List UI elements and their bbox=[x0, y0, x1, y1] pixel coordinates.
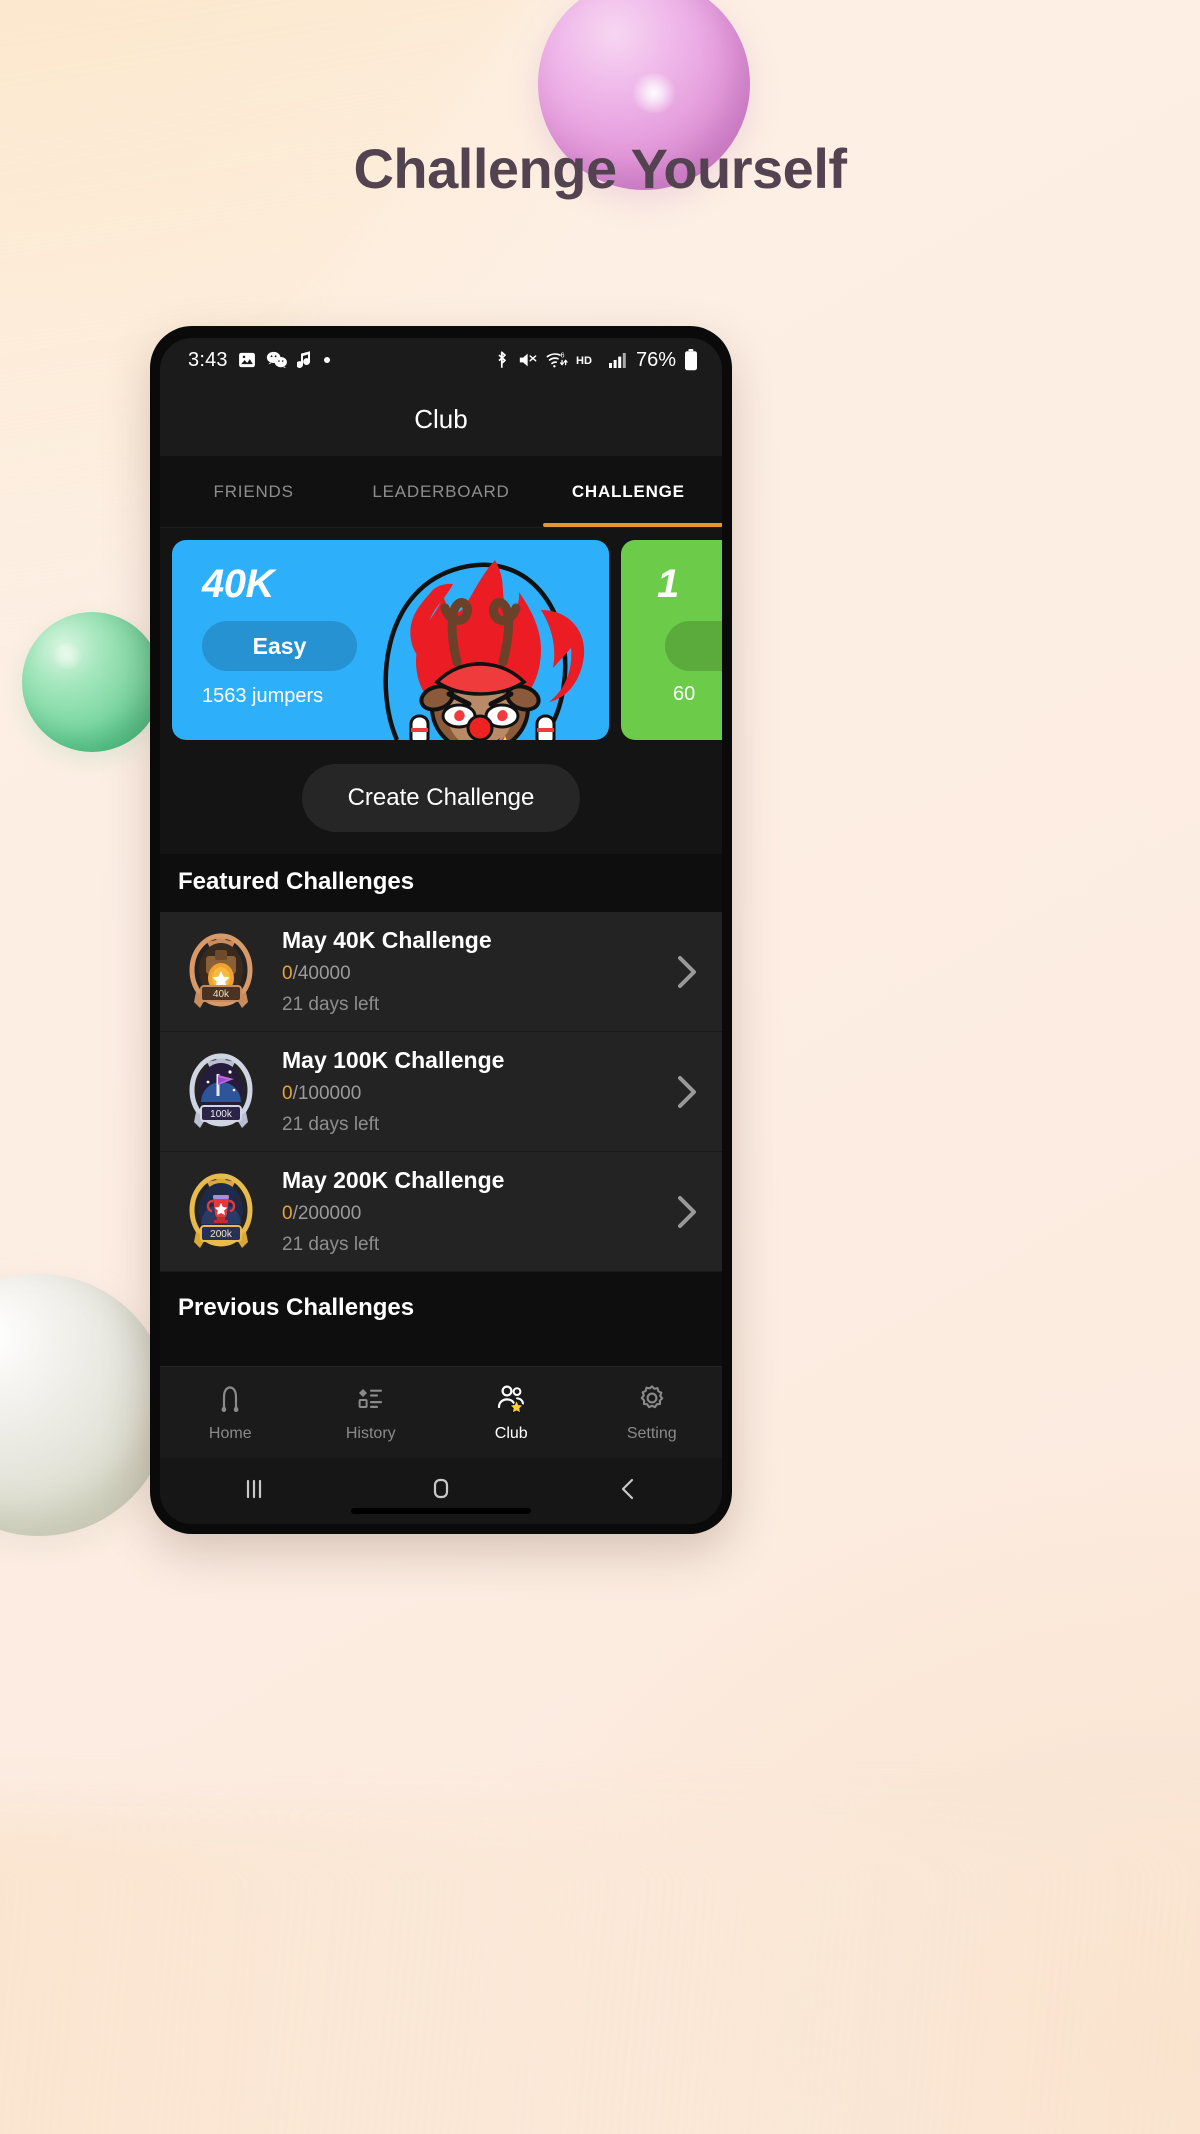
progress-target: 40000 bbox=[297, 963, 351, 984]
image-icon bbox=[237, 350, 257, 370]
challenge-days-left: 21 days left bbox=[282, 994, 380, 1015]
wifi6-icon: 6 bbox=[546, 351, 568, 369]
bottom-navigation-bar: Home History Club Setting bbox=[160, 1366, 722, 1458]
challenge-card-content: 1 60 bbox=[621, 540, 722, 706]
badge-label: 40k bbox=[213, 989, 230, 1000]
svg-text:HD: HD bbox=[576, 355, 592, 367]
challenge-progress: 0/100000 bbox=[282, 1083, 670, 1105]
featured-challenges-heading: Featured Challenges bbox=[160, 854, 722, 912]
status-bar-left: 3:43 bbox=[188, 349, 332, 372]
bluetooth-icon bbox=[494, 350, 510, 370]
previous-challenges-heading: Previous Challenges bbox=[160, 1272, 722, 1338]
nav-item-home[interactable]: Home bbox=[160, 1382, 301, 1443]
table-row[interactable]: 100k May 100K Challenge 0/100000 21 days… bbox=[160, 1032, 722, 1152]
gear-icon bbox=[636, 1382, 668, 1419]
chevron-right-icon[interactable] bbox=[670, 1195, 704, 1229]
challenge-card-goal: 1 bbox=[657, 562, 679, 606]
battery-icon bbox=[684, 349, 698, 371]
badge-200k: 200k bbox=[182, 1170, 260, 1254]
phone-screen: 3:43 6 HD 76% Club FRIENDS LEADERBOARD C… bbox=[160, 338, 722, 1524]
dot-icon bbox=[322, 355, 332, 365]
background-streak-bottom bbox=[0, 1814, 1200, 2134]
music-note-icon bbox=[296, 350, 313, 370]
gesture-handle[interactable] bbox=[351, 1508, 531, 1514]
challenge-title: May 200K Challenge bbox=[282, 1167, 505, 1193]
android-system-nav bbox=[160, 1458, 722, 1524]
create-challenge-button[interactable]: Create Challenge bbox=[301, 764, 581, 832]
people-star-icon bbox=[495, 1382, 527, 1419]
nav-item-label: Home bbox=[208, 1425, 252, 1442]
progress-current: 0 bbox=[282, 1083, 293, 1104]
nav-item-label: Club bbox=[494, 1425, 528, 1442]
sphere-highlight bbox=[631, 73, 678, 114]
progress-current: 0 bbox=[282, 1203, 293, 1224]
progress-target: 100000 bbox=[297, 1083, 362, 1104]
badge-40k: 40k bbox=[182, 930, 260, 1014]
hd-icon: HD bbox=[576, 353, 600, 367]
progress-target: 200000 bbox=[297, 1203, 362, 1224]
challenge-card-next[interactable]: 1 60 bbox=[621, 540, 722, 740]
battery-percent: 76% bbox=[635, 348, 676, 371]
list-icon bbox=[355, 1382, 387, 1419]
challenge-card-content: 40K Easy 1563 jumpers bbox=[172, 540, 609, 708]
challenge-card-jumpers: 60 bbox=[673, 683, 696, 705]
create-challenge-area: Create Challenge bbox=[160, 740, 722, 854]
table-row[interactable]: 40k May 40K Challenge 0/40000 21 days le… bbox=[160, 912, 722, 1032]
row-content: May 100K Challenge 0/100000 21 days left bbox=[260, 1047, 670, 1136]
wechat-icon bbox=[266, 350, 288, 370]
nav-item-club[interactable]: Club bbox=[441, 1382, 582, 1443]
tab-bar: FRIENDS LEADERBOARD CHALLENGE bbox=[160, 456, 722, 528]
badge-label: 100k bbox=[210, 1109, 233, 1120]
challenge-progress: 0/40000 bbox=[282, 963, 670, 985]
challenge-card-difficulty bbox=[665, 621, 722, 671]
featured-challenges-list: 40k May 40K Challenge 0/40000 21 days le… bbox=[160, 912, 722, 1272]
challenge-card-goal: 40K bbox=[202, 562, 274, 606]
badge-100k: 100k bbox=[182, 1050, 260, 1134]
page-headline: Challenge Yourself bbox=[353, 137, 847, 200]
back-icon[interactable] bbox=[611, 1475, 645, 1508]
challenge-title: May 100K Challenge bbox=[282, 1047, 505, 1073]
decorative-sphere-green bbox=[22, 612, 162, 752]
nav-item-history[interactable]: History bbox=[301, 1382, 442, 1443]
silver-medal-icon: 100k bbox=[189, 1052, 253, 1128]
volume-mute-icon bbox=[518, 351, 538, 369]
jump-rope-icon bbox=[214, 1382, 246, 1419]
page-title: Club bbox=[414, 403, 468, 434]
progress-current: 0 bbox=[282, 963, 293, 984]
chevron-right-icon[interactable] bbox=[670, 1075, 704, 1109]
challenge-card-jumpers: 1563 jumpers bbox=[202, 685, 324, 707]
svg-text:6: 6 bbox=[561, 353, 565, 360]
gold-medal-icon: 200k bbox=[189, 1172, 253, 1248]
status-bar: 3:43 6 HD 76% bbox=[160, 338, 722, 382]
row-content: May 200K Challenge 0/200000 21 days left bbox=[260, 1167, 670, 1256]
challenge-carousel[interactable]: 40K Easy 1563 jumpers 1 60 bbox=[160, 528, 722, 740]
nav-item-setting[interactable]: Setting bbox=[582, 1382, 723, 1443]
tab-challenge[interactable]: CHALLENGE bbox=[535, 456, 722, 527]
content-spacer bbox=[160, 1338, 722, 1366]
challenge-days-left: 21 days left bbox=[282, 1114, 380, 1135]
challenge-card-40k[interactable]: 40K Easy 1563 jumpers bbox=[172, 540, 609, 740]
row-content: May 40K Challenge 0/40000 21 days left bbox=[260, 927, 670, 1016]
table-row[interactable]: 200k May 200K Challenge 0/200000 21 days… bbox=[160, 1152, 722, 1272]
badge-label: 200k bbox=[210, 1229, 233, 1240]
bronze-medal-icon: 40k bbox=[189, 932, 253, 1008]
signal-icon bbox=[608, 351, 628, 369]
home-icon[interactable] bbox=[424, 1475, 458, 1508]
phone-mockup: 3:43 6 HD 76% Club FRIENDS LEADERBOARD C… bbox=[150, 326, 732, 1534]
sphere-highlight bbox=[50, 642, 84, 669]
recents-icon[interactable] bbox=[237, 1475, 271, 1508]
status-bar-clock: 3:43 bbox=[188, 348, 228, 371]
app-title-bar: Club bbox=[160, 382, 722, 456]
challenge-days-left: 21 days left bbox=[282, 1234, 380, 1255]
status-bar-right: 6 HD 76% bbox=[494, 349, 698, 372]
nav-item-label: Setting bbox=[626, 1425, 677, 1442]
challenge-title: May 40K Challenge bbox=[282, 927, 492, 953]
tab-friends[interactable]: FRIENDS bbox=[160, 456, 347, 527]
chevron-right-icon[interactable] bbox=[670, 955, 704, 989]
challenge-progress: 0/200000 bbox=[282, 1203, 670, 1225]
challenge-card-difficulty: Easy bbox=[202, 621, 357, 671]
tab-leaderboard[interactable]: LEADERBOARD bbox=[347, 456, 534, 527]
nav-item-label: History bbox=[345, 1425, 396, 1442]
